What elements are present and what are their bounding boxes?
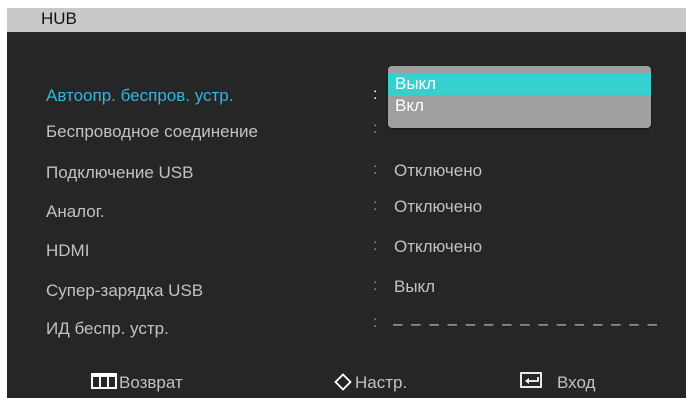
menu-item-usb-super-charging[interactable]: Супер-зарядка USB: [46, 281, 203, 301]
dropdown-option-off[interactable]: Выкл: [388, 73, 651, 95]
back-button[interactable]: Возврат: [91, 368, 241, 398]
analog-value: Отключено: [394, 197, 483, 216]
dropdown-option-on[interactable]: Вкл: [388, 95, 651, 117]
separator-colon: :: [373, 237, 378, 254]
osd-menu: HUB Автоопр. беспров. устр. : Беспроводн…: [7, 8, 686, 398]
enter-label: Вход: [557, 373, 596, 392]
separator-colon: :: [373, 314, 378, 331]
footer-bar: Возврат Настр. Вход: [7, 368, 686, 398]
usb-connection-value: Отключено: [394, 161, 483, 180]
menu-item-usb-connection[interactable]: Подключение USB: [46, 163, 193, 183]
back-label: Возврат: [119, 373, 183, 392]
auto-detect-dropdown[interactable]: Выкл Вкл: [388, 66, 651, 128]
hdmi-value: Отключено: [394, 237, 483, 256]
separator-colon: :: [373, 161, 378, 178]
menu-item-wireless-device-id[interactable]: ИД беспр. устр.: [46, 319, 169, 339]
adjust-label: Настр.: [355, 373, 408, 392]
separator-colon: :: [373, 197, 378, 214]
menu-header: HUB: [7, 8, 686, 32]
separator-colon: :: [373, 277, 378, 294]
menu-item-analog[interactable]: Аналог.: [46, 202, 105, 222]
wireless-device-id-placeholder: – – – – – – – – – – – – – – –: [393, 314, 659, 333]
separator-colon: :: [373, 86, 378, 103]
enter-icon: [520, 372, 542, 388]
menu-title: HUB: [41, 9, 77, 28]
usb-super-charging-value: Выкл: [394, 277, 436, 296]
diamond-arrows-icon: [334, 373, 352, 391]
menu-item-auto-detect-wireless[interactable]: Автоопр. беспров. устр.: [46, 86, 233, 106]
adjust-button[interactable]: Настр.: [334, 368, 464, 398]
menu-item-wireless-connection[interactable]: Беспроводное соединение: [46, 122, 258, 142]
menu-grid-icon: [91, 373, 117, 389]
separator-colon: :: [373, 120, 378, 137]
menu-item-hdmi[interactable]: HDMI: [46, 241, 89, 261]
enter-button[interactable]: Вход: [520, 368, 660, 398]
